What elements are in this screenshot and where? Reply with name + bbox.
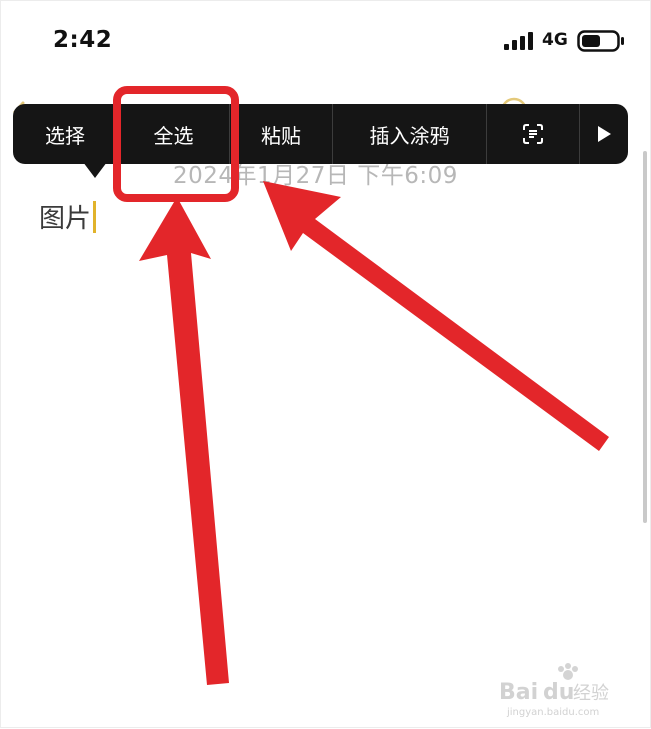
arrow-up-to-box bbox=[139, 197, 229, 685]
annotation-arrows bbox=[139, 181, 609, 685]
screen: 2:42 4G 2024年1月27日 下午6:09 图片 选择 全选 粘贴 插入… bbox=[0, 0, 651, 728]
svg-text:Bai: Bai bbox=[499, 680, 538, 705]
svg-text:经验: 经验 bbox=[573, 683, 609, 704]
baidu-jingyan-watermark: Bai du 经验 jingyan.baidu.com bbox=[499, 663, 609, 718]
svg-text:du: du bbox=[543, 680, 574, 705]
scrollbar[interactable] bbox=[643, 151, 647, 523]
arrow-to-date bbox=[263, 181, 609, 451]
svg-text:jingyan.baidu.com: jingyan.baidu.com bbox=[506, 707, 599, 718]
